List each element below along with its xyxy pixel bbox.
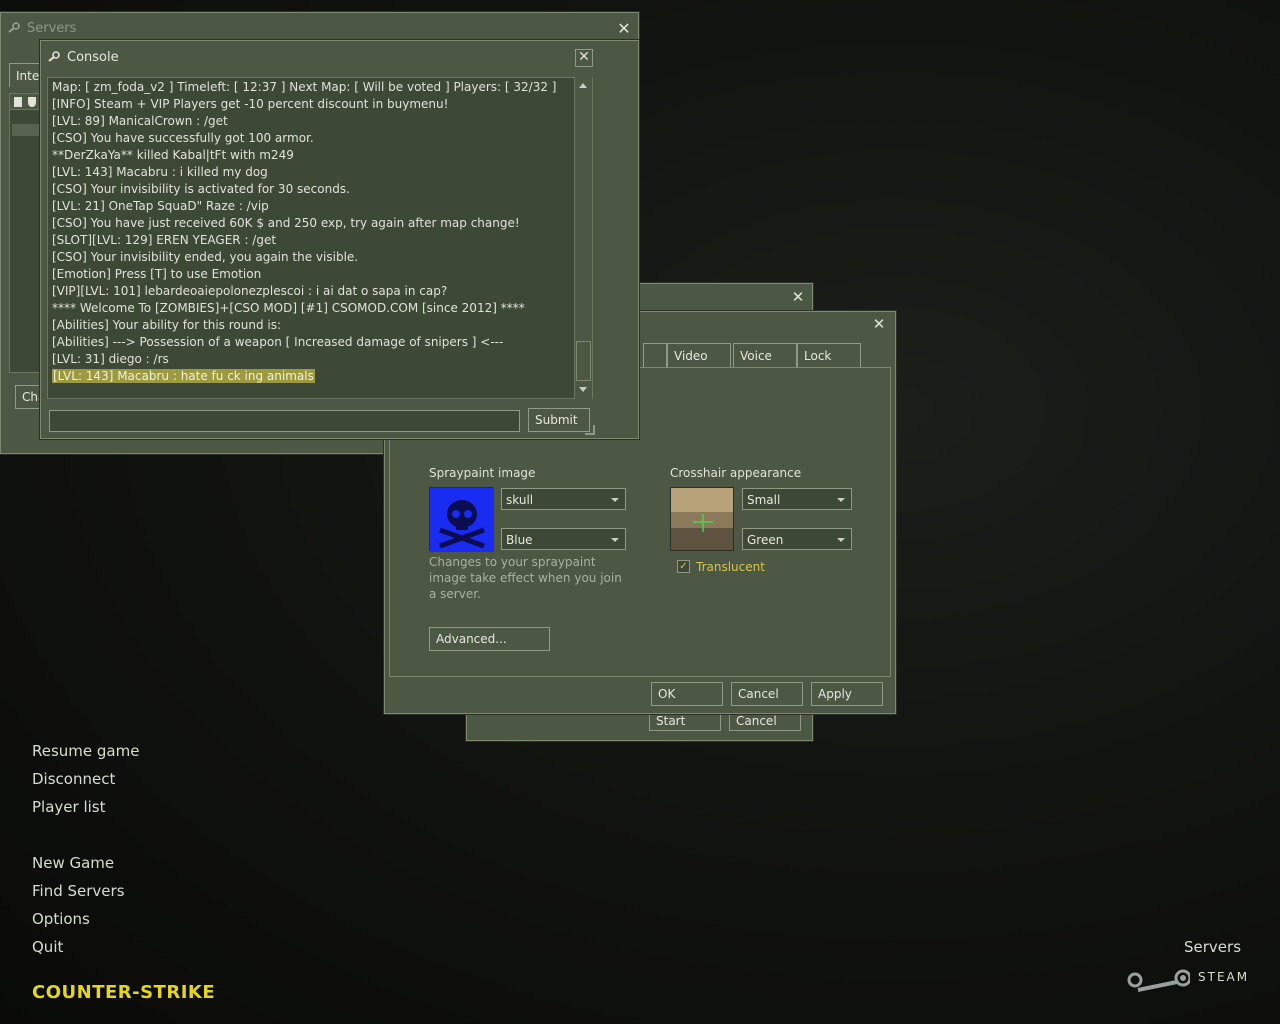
servers-window-title: Servers [27, 21, 77, 36]
console-line: [LVL: 21] OneTap SquaD" Raze : /vip [52, 199, 269, 213]
console-line: [Emotion] Press [T] to use Emotion [52, 267, 262, 281]
steam-icon [48, 51, 60, 62]
spraypaint-label: Spraypaint image [429, 466, 536, 480]
crosshair-size-select[interactable]: Small [742, 488, 852, 510]
chevron-down-icon [611, 538, 619, 542]
crosshair-icon [671, 488, 733, 550]
console-line: [VIP][LVL: 101] lebardeoaiepolonezplesco… [52, 284, 448, 298]
console-line: **DerZkaYa** killed Kabal|tFt with m249 [52, 148, 294, 162]
menu-player-list[interactable]: Player list [32, 798, 105, 816]
translucent-label: Translucent [696, 560, 765, 574]
crosshair-label: Crosshair appearance [670, 466, 802, 480]
ok-button[interactable]: OK [651, 682, 723, 706]
shield-icon [28, 97, 36, 107]
console-scrollbar[interactable] [574, 77, 592, 399]
console-line: [CSO] You have just received 60K $ and 2… [52, 216, 520, 230]
chevron-down-icon [837, 498, 845, 502]
console-line: **** Welcome To [ZOMBIES]+[CSO MOD] [#1]… [52, 301, 525, 315]
menu-options[interactable]: Options [32, 910, 90, 928]
console-line: [LVL: 143] Macabru : i killed my dog [52, 165, 268, 179]
chevron-down-icon [611, 498, 619, 502]
spray-image-value: skull [506, 493, 534, 507]
servers-close-button[interactable]: ✕ [615, 21, 633, 39]
console-line: [CSO] Your invisibility is activated for… [52, 182, 350, 196]
spray-color-value: Blue [506, 533, 533, 547]
spray-color-select[interactable]: Blue [501, 528, 626, 550]
crosshair-color-select[interactable]: Green [742, 528, 852, 550]
menu-new-game[interactable]: New Game [32, 854, 114, 872]
console-line: [LVL: 31] diego : /rs [52, 352, 169, 366]
console-window: Console ✕ Map: [ zm_foda_v2 ] Timeleft: … [40, 40, 639, 439]
translucent-checkbox[interactable]: ✓ [677, 560, 690, 573]
highlighted-line-text: [LVL: 143] Macabru : hate fu ck ing anim… [52, 369, 315, 383]
tab-voice[interactable]: Voice [733, 343, 797, 367]
lock-icon [14, 97, 22, 107]
console-title: Console [67, 50, 119, 65]
console-line: [LVL: 89] ManicalCrown : /get [52, 114, 228, 128]
crosshair-preview [670, 487, 734, 551]
console-line: [CSO] Your invisibility ended, you again… [52, 250, 359, 264]
steam-servers-link[interactable]: Servers [1184, 938, 1241, 956]
steam-icon [8, 22, 20, 33]
crosshair-size-value: Small [747, 493, 781, 507]
spray-preview [429, 487, 494, 552]
console-line: [INFO] Steam + VIP Players get -10 perce… [52, 97, 449, 111]
steam-logo-icon [1127, 969, 1190, 992]
chevron-down-icon [837, 538, 845, 542]
console-line: [CSO] You have successfully got 100 armo… [52, 131, 314, 145]
options-close-button[interactable]: ✕ [870, 317, 888, 335]
apply-button[interactable]: Apply [811, 682, 883, 706]
console-input[interactable] [49, 410, 520, 432]
spray-note: Changes to your spraypaint image take ef… [429, 555, 622, 601]
menu-disconnect[interactable]: Disconnect [32, 770, 115, 788]
console-highlighted-line: [LVL: 143] Macabru : hate fu ck ing anim… [52, 368, 588, 385]
scroll-thumb[interactable] [576, 341, 591, 381]
counter-strike-logo: COUNTER-STRIKE [32, 982, 216, 1003]
tab-lock[interactable]: Lock [797, 343, 861, 367]
submit-button[interactable]: Submit [528, 408, 590, 432]
tab-video[interactable]: Video [667, 343, 731, 367]
console-close-button[interactable]: ✕ [575, 49, 593, 67]
advanced-button[interactable]: Advanced... [429, 627, 550, 651]
console-line: [Abilities] ---> Possession of a weapon … [52, 335, 504, 349]
resize-grip-icon[interactable] [585, 425, 595, 435]
console-line: Map: [ zm_foda_v2 ] Timeleft: [ 12:37 ] … [52, 80, 557, 94]
menu-resume-game[interactable]: Resume game [32, 742, 139, 760]
console-line: [SLOT][LVL: 129] EREN YEAGER : /get [52, 233, 277, 247]
steam-logo-text: STEAM [1198, 970, 1250, 984]
crosshair-color-value: Green [747, 533, 784, 547]
scroll-down-icon[interactable] [579, 387, 587, 392]
console-output[interactable]: Map: [ zm_foda_v2 ] Timeleft: [ 12:37 ] … [47, 77, 593, 399]
spray-image-select[interactable]: skull [501, 488, 626, 510]
menu-quit[interactable]: Quit [32, 938, 63, 956]
console-line: [Abilities] Your ability for this round … [52, 318, 282, 332]
options-cancel-button[interactable]: Cancel [731, 682, 803, 706]
console-lines: Map: [ zm_foda_v2 ] Timeleft: [ 12:37 ] … [52, 79, 588, 368]
tab-hidden[interactable] [643, 343, 667, 367]
menu-find-servers[interactable]: Find Servers [32, 882, 125, 900]
scroll-up-icon[interactable] [579, 83, 587, 88]
create-server-close-button[interactable]: ✕ [789, 290, 807, 308]
skull-icon [430, 488, 494, 552]
